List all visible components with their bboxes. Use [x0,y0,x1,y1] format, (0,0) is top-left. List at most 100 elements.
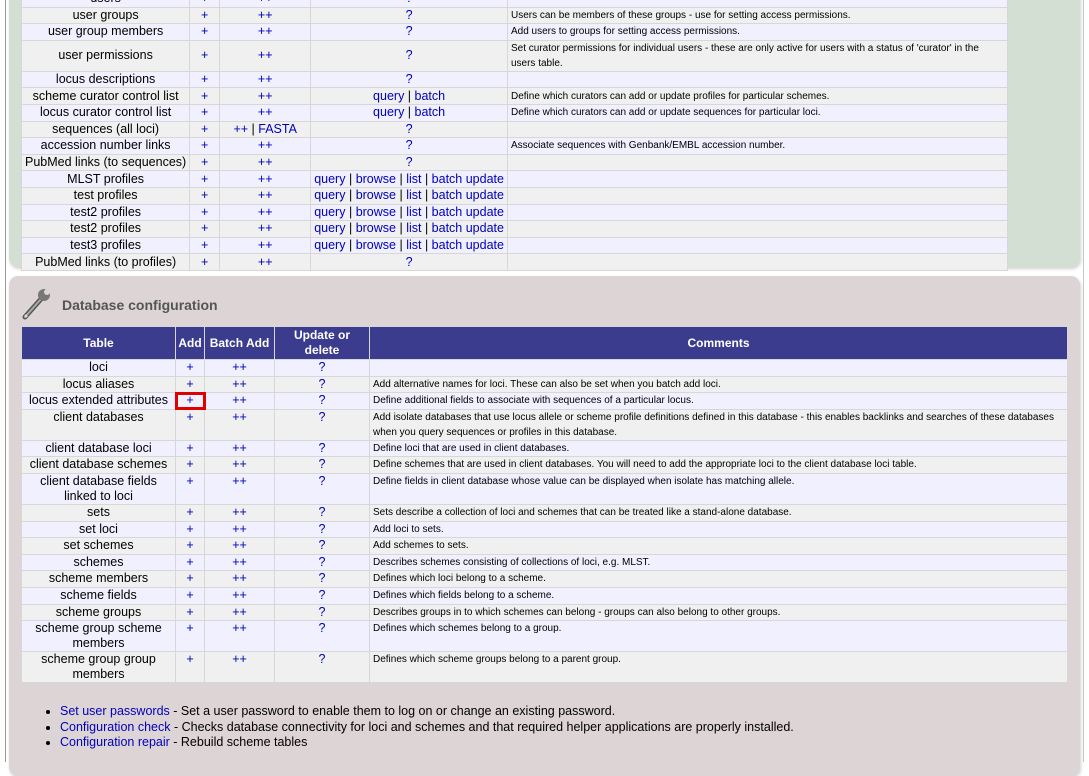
update-delete-link[interactable]: ? [406,138,413,152]
browse-link[interactable]: browse [356,238,396,252]
batch-add-link[interactable]: ++ [232,555,247,569]
query-link[interactable]: query [373,105,404,119]
batch-add-link[interactable]: ++ [232,457,247,471]
batch-add-link[interactable]: ++ [232,474,247,488]
batch-add-link[interactable]: ++ [258,72,273,86]
add-link[interactable]: + [186,457,193,471]
update-delete-link[interactable]: ? [319,571,326,585]
query-link[interactable]: query [314,221,345,235]
batch-link[interactable]: batch [415,89,446,103]
list-link[interactable]: list [406,221,421,235]
batch-add-link[interactable]: ++ [233,122,248,136]
query-link[interactable]: query [314,172,345,186]
batch-add-link[interactable]: ++ [232,393,247,407]
add-link[interactable]: + [201,221,208,235]
batch-add-link[interactable]: ++ [258,138,273,152]
batch-add-link[interactable]: ++ [258,221,273,235]
list-link[interactable]: list [406,238,421,252]
update-delete-link[interactable]: ? [406,255,413,269]
add-link[interactable]: + [201,0,208,5]
batch-add-link[interactable]: ++ [232,571,247,585]
batch-add-link[interactable]: ++ [232,538,247,552]
batch-add-link[interactable]: ++ [232,441,247,455]
query-link[interactable]: query [314,205,345,219]
batch-add-link[interactable]: ++ [258,105,273,119]
add-link[interactable]: + [201,122,208,136]
update-delete-link[interactable]: ? [406,155,413,169]
batch-add-link[interactable]: ++ [232,621,247,635]
add-link[interactable]: + [186,377,193,391]
batch-add-link[interactable]: ++ [258,205,273,219]
add-link[interactable]: + [186,522,193,536]
update-delete-link[interactable]: ? [319,457,326,471]
update-delete-link[interactable]: ? [406,122,413,136]
update-delete-link[interactable]: ? [319,588,326,602]
add-link[interactable]: + [186,621,193,635]
add-link[interactable]: + [201,89,208,103]
update-delete-link[interactable]: ? [406,0,413,5]
update-delete-link[interactable]: ? [319,441,326,455]
add-link[interactable]: + [201,8,208,22]
batch-add-link[interactable]: ++ [232,588,247,602]
add-link[interactable]: + [201,138,208,152]
update-delete-link[interactable]: ? [319,605,326,619]
batch-add-link[interactable]: ++ [258,8,273,22]
query-link[interactable]: query [314,238,345,252]
batch-add-link[interactable]: ++ [258,155,273,169]
browse-link[interactable]: browse [356,221,396,235]
add-link[interactable]: + [186,505,193,519]
add-link[interactable]: + [186,652,193,666]
add-link[interactable]: + [186,441,193,455]
update-delete-link[interactable]: ? [319,360,326,374]
batch-add-link[interactable]: ++ [258,255,273,269]
query-link[interactable]: query [373,89,404,103]
add-link[interactable]: + [201,255,208,269]
batch-add-link[interactable]: ++ [258,24,273,38]
batch-add-link[interactable]: ++ [232,410,247,424]
update-delete-link[interactable]: ? [406,48,413,62]
set-user-passwords-link[interactable]: Set user passwords [60,704,170,718]
update-delete-link[interactable]: ? [319,621,326,635]
batch-add-link[interactable]: ++ [232,652,247,666]
batch-add-link[interactable]: ++ [258,0,273,5]
add-link[interactable]: + [186,555,193,569]
query-link[interactable]: query [314,188,345,202]
add-link[interactable]: + [186,474,193,488]
update-delete-link[interactable]: ? [406,24,413,38]
add-link[interactable]: + [186,360,193,374]
add-link[interactable]: + [201,205,208,219]
update-delete-link[interactable]: ? [319,410,326,424]
batch-update-link[interactable]: batch update [432,188,504,202]
add-link[interactable]: + [201,72,208,86]
list-link[interactable]: list [406,172,421,186]
add-link[interactable]: + [201,155,208,169]
batch-add-link[interactable]: ++ [232,360,247,374]
batch-add-link[interactable]: ++ [258,172,273,186]
add-link[interactable]: + [186,538,193,552]
batch-add-link[interactable]: ++ [258,238,273,252]
add-link[interactable]: + [186,588,193,602]
add-link[interactable]: + [186,571,193,585]
configuration-repair-link[interactable]: Configuration repair [60,735,170,749]
update-delete-link[interactable]: ? [319,505,326,519]
configuration-check-link[interactable]: Configuration check [60,720,170,734]
batch-add-link[interactable]: ++ [232,522,247,536]
batch-update-link[interactable]: batch update [432,205,504,219]
browse-link[interactable]: browse [356,205,396,219]
update-delete-link[interactable]: ? [319,393,326,407]
batch-add-link[interactable]: ++ [232,377,247,391]
add-link[interactable]: + [201,105,208,119]
update-delete-link[interactable]: ? [406,72,413,86]
add-link[interactable]: + [201,238,208,252]
batch-add-link[interactable]: ++ [232,505,247,519]
batch-add-link[interactable]: ++ [232,605,247,619]
add-link[interactable]: + [201,188,208,202]
add-link[interactable]: + [186,410,193,424]
update-delete-link[interactable]: ? [319,474,326,488]
batch-link[interactable]: batch [415,105,446,119]
update-delete-link[interactable]: ? [319,555,326,569]
batch-update-link[interactable]: batch update [432,221,504,235]
update-delete-link[interactable]: ? [319,652,326,666]
add-link[interactable]: + [201,172,208,186]
update-delete-link[interactable]: ? [319,538,326,552]
